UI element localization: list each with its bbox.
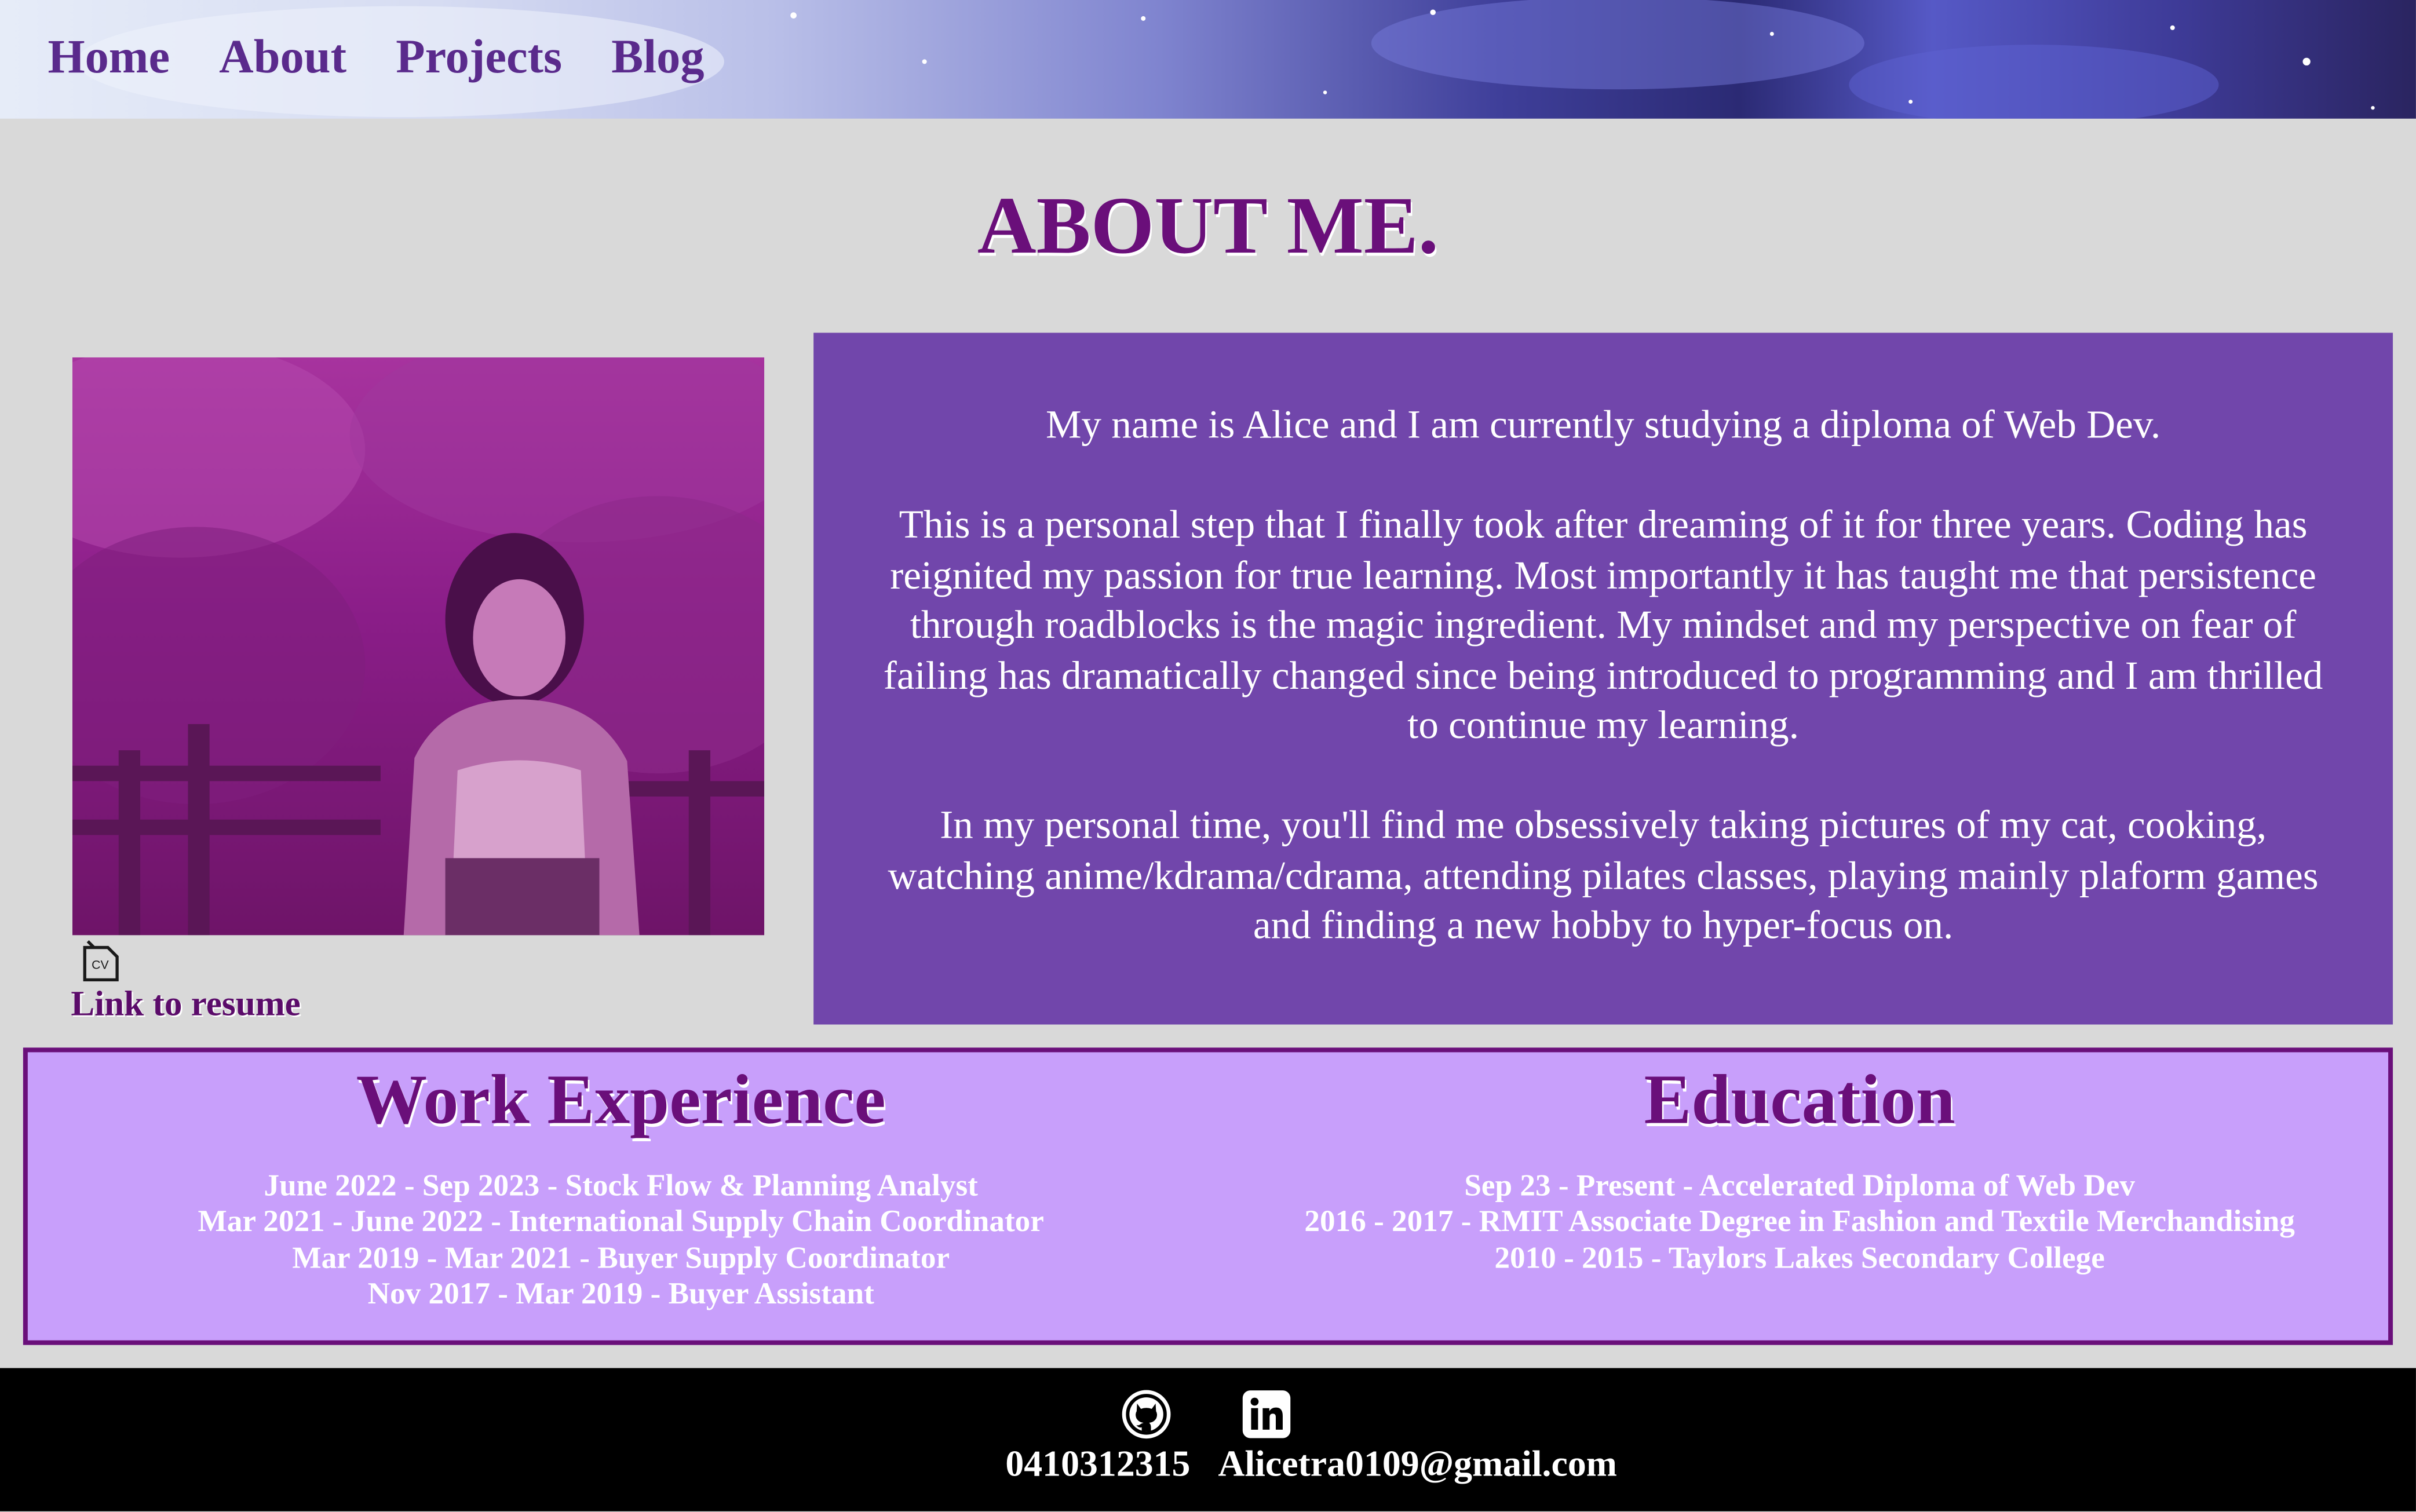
top-nav: Home About Projects Blog [0, 0, 2416, 119]
footer: 0410312315 Alicetra0109@gmail.com [0, 1368, 2416, 1511]
bio-hobbies: In my personal time, you'll find me obse… [888, 802, 2319, 948]
resume-link[interactable]: Link to resume [71, 983, 300, 1026]
bio-panel: My name is Alice and I am currently stud… [813, 333, 2393, 1025]
work-experience-section: Work Experience June 2022 - Sep 2023 - S… [28, 1052, 1214, 1313]
linkedin-icon[interactable] [1242, 1390, 1291, 1439]
bio-journey: This is a personal step that I finally t… [883, 502, 2323, 747]
contact-info: 0410312315 Alicetra0109@gmail.com [0, 1442, 2416, 1488]
work-experience-heading: Work Experience [356, 1060, 886, 1139]
github-icon[interactable] [1122, 1390, 1171, 1439]
education-heading: Education [1644, 1060, 1955, 1139]
experience-education-panel: Work Experience June 2022 - Sep 2023 - S… [23, 1047, 2393, 1345]
education-item: 2016 - 2017 - RMIT Associate Degree in F… [1304, 1205, 2295, 1239]
nav-blog-link[interactable]: Blog [611, 28, 704, 86]
education-item: 2010 - 2015 - Taylors Lakes Secondary Co… [1494, 1241, 2105, 1275]
page-title: ABOUT ME. [977, 181, 1439, 272]
email-address[interactable]: Alicetra0109@gmail.com [1218, 1445, 1617, 1485]
resume-icon-label: CV [92, 958, 109, 972]
profile-photo [72, 357, 765, 936]
education-section: Education Sep 23 - Present - Accelerated… [1191, 1052, 2408, 1277]
education-item: Sep 23 - Present - Accelerated Diploma o… [1464, 1169, 2135, 1203]
work-experience-item: Mar 2021 - June 2022 - International Sup… [198, 1205, 1044, 1239]
bio-intro: My name is Alice and I am currently stud… [1045, 402, 2161, 447]
work-experience-item: June 2022 - Sep 2023 - Stock Flow & Plan… [264, 1169, 978, 1203]
work-experience-item: Nov 2017 - Mar 2019 - Buyer Assistant [367, 1277, 874, 1311]
work-experience-item: Mar 2019 - Mar 2021 - Buyer Supply Coord… [292, 1241, 950, 1275]
nav-projects-link[interactable]: Projects [396, 28, 562, 86]
nav-links: Home About Projects Blog [48, 28, 704, 86]
nav-about-link[interactable]: About [219, 28, 346, 86]
phone-number[interactable]: 0410312315 [1005, 1445, 1190, 1485]
nav-home-link[interactable]: Home [48, 28, 170, 86]
page: Home About Projects Blog ABOUT ME. CV Li… [0, 0, 2416, 1511]
resume-icon[interactable]: CV [80, 940, 120, 983]
work-experience-list: June 2022 - Sep 2023 - Stock Flow & Plan… [28, 1169, 1214, 1313]
education-list: Sep 23 - Present - Accelerated Diploma o… [1191, 1169, 2408, 1277]
